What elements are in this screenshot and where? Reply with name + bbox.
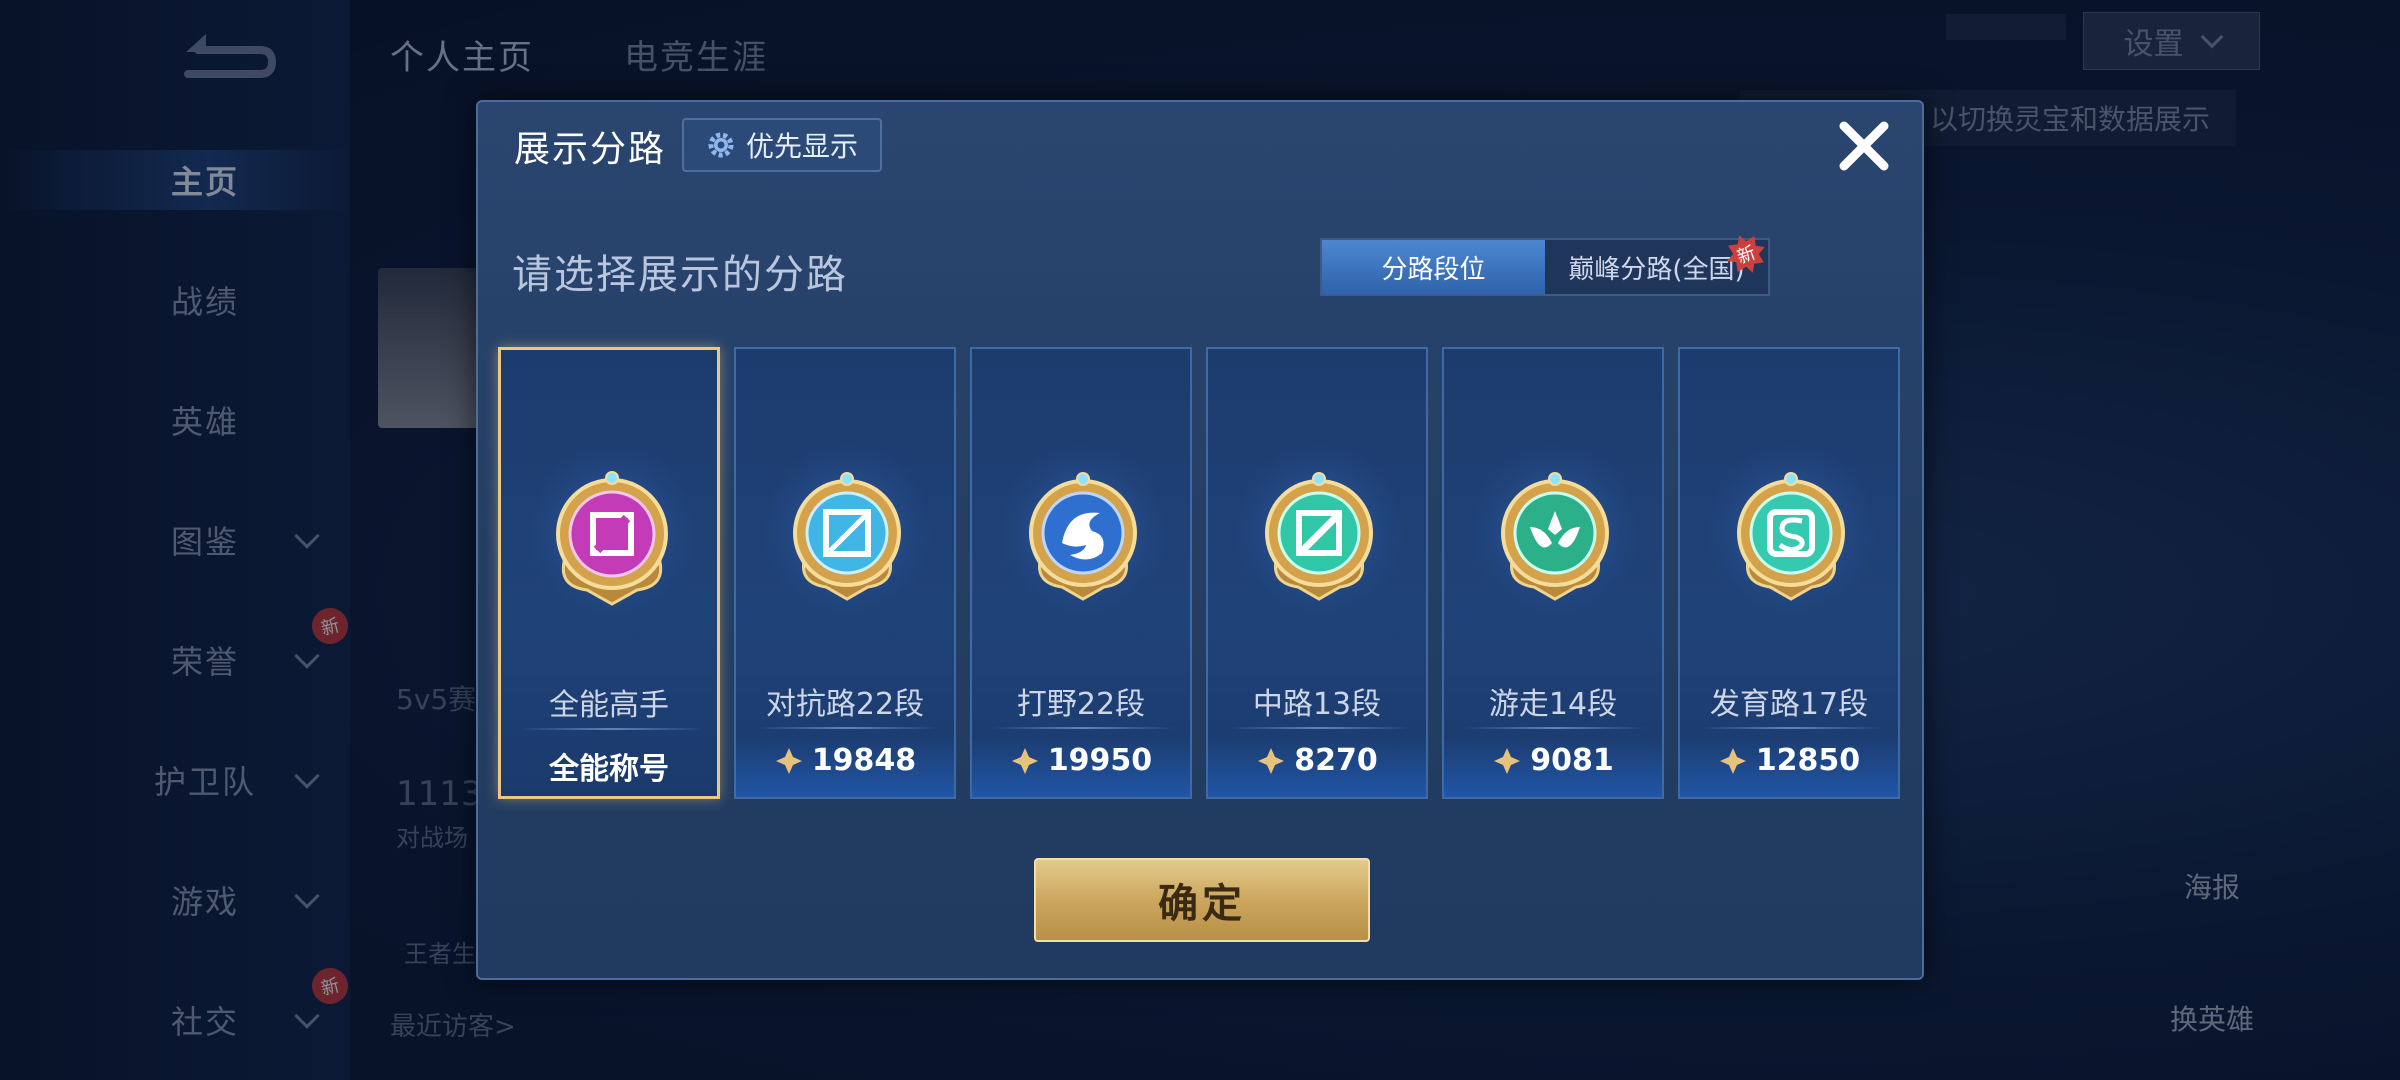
mid-lane-emblem-icon [1265, 472, 1373, 601]
divider [1700, 727, 1882, 729]
close-icon [1839, 121, 1889, 171]
rank-star-icon [1011, 747, 1038, 774]
jungle-emblem-icon [1029, 472, 1137, 601]
divider [521, 728, 703, 730]
lane-mode-tabs: 分路段位 巅峰分路(全国) 新 [1320, 238, 1770, 296]
lane-card-roam[interactable]: 游走14段 9081 [1442, 347, 1664, 799]
divider [1464, 727, 1646, 729]
rank-star-icon [775, 747, 802, 774]
lane-rank: 全能高手 [549, 688, 669, 723]
close-button[interactable] [1832, 114, 1896, 178]
priority-display-button[interactable]: 优先显示 [682, 118, 882, 172]
lane-card-all-rounder[interactable]: 全能高手 全能称号 [498, 347, 720, 799]
lane-card-clash-lane[interactable]: 对抗路22段 19848 [734, 347, 956, 799]
rank-star-icon [1494, 747, 1521, 774]
gear-icon [708, 132, 734, 158]
divider [992, 727, 1174, 729]
lane-card-mid-lane[interactable]: 中路13段 8270 [1206, 347, 1428, 799]
lane-rank: 打野22段 [1016, 687, 1146, 722]
lane-score-value: 8270 [1294, 743, 1378, 778]
farm-lane-emblem-icon [1737, 472, 1845, 601]
lane-card-list: 全能高手 全能称号 对抗路22段 19848 打野22段 19950 中路13段… [498, 347, 1902, 799]
rank-star-icon [1258, 747, 1285, 774]
lane-score: 19848 [736, 743, 954, 778]
lane-rank: 对抗路22段 [765, 687, 925, 722]
lane-score: 9081 [1444, 743, 1662, 778]
confirm-button[interactable]: 确定 [1034, 858, 1370, 942]
dialog-subtitle: 请选择展示的分路 [512, 252, 848, 298]
tab-label: 分路段位 [1381, 254, 1486, 285]
rank-star-icon [1719, 747, 1746, 774]
dialog-title: 展示分路 [514, 129, 667, 170]
divider [756, 727, 938, 729]
lane-rank: 发育路17段 [1709, 687, 1869, 722]
lane-score-value: 全能称号 [549, 752, 669, 787]
confirm-label: 确定 [1158, 881, 1246, 927]
lane-score-value: 12850 [1755, 743, 1861, 778]
lane-card-jungle[interactable]: 打野22段 19950 [970, 347, 1192, 799]
lane-card-farm-lane[interactable]: 发育路17段 12850 [1678, 347, 1900, 799]
tab-peak-lane-national[interactable]: 巅峰分路(全国) 新 [1545, 240, 1768, 294]
lane-score-value: 19950 [1047, 743, 1153, 778]
lane-score: 19950 [972, 743, 1190, 778]
tab-label: 巅峰分路(全国) [1568, 254, 1745, 285]
lane-score-value: 9081 [1530, 743, 1614, 778]
lane-rank: 游走14段 [1488, 687, 1618, 722]
clash-lane-emblem-icon [793, 472, 901, 601]
roam-emblem-icon [1501, 472, 1609, 601]
display-lane-dialog: 展示分路 优先显示 请选择展示的分路 分路段位 巅峰分路(全国) 新 全能高手 … [476, 100, 1924, 980]
divider [1228, 727, 1410, 729]
tab-lane-rank[interactable]: 分路段位 [1322, 240, 1545, 294]
lane-score: 全能称号 [501, 744, 717, 788]
lane-rank: 中路13段 [1252, 687, 1382, 722]
lane-score: 8270 [1208, 743, 1426, 778]
all-rounder-emblem-icon [556, 471, 668, 606]
priority-display-label: 优先显示 [745, 130, 858, 163]
lane-score: 12850 [1680, 743, 1898, 778]
lane-score-value: 19848 [811, 743, 917, 778]
